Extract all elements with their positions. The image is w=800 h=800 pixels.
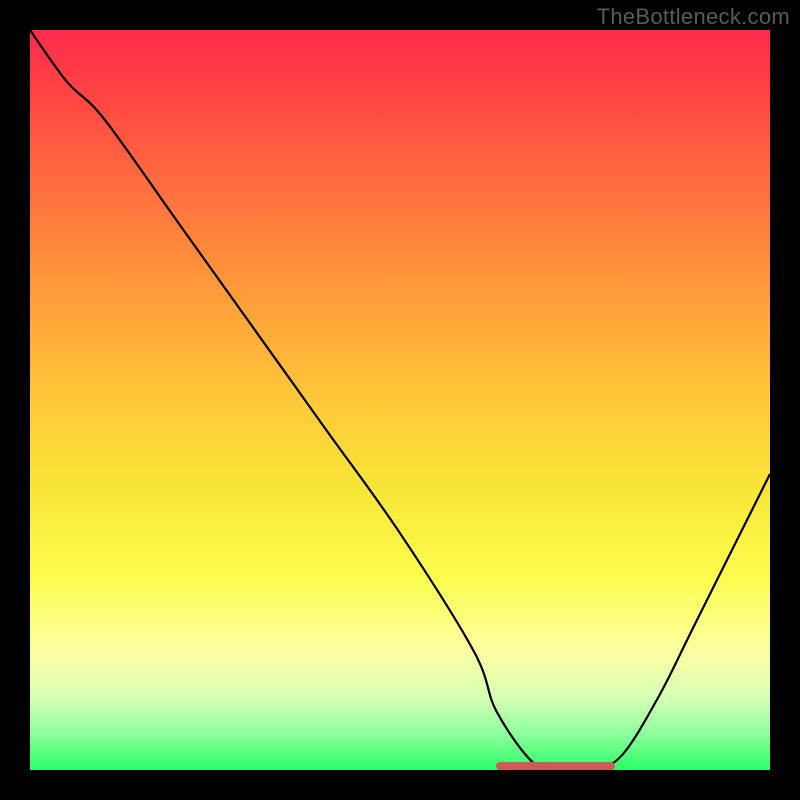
optimal-range-marker <box>496 762 614 770</box>
curve-line <box>30 30 770 771</box>
watermark-text: TheBottleneck.com <box>597 4 790 30</box>
plot-area <box>30 30 770 770</box>
bottleneck-curve <box>30 30 770 770</box>
chart-frame: TheBottleneck.com <box>0 0 800 800</box>
